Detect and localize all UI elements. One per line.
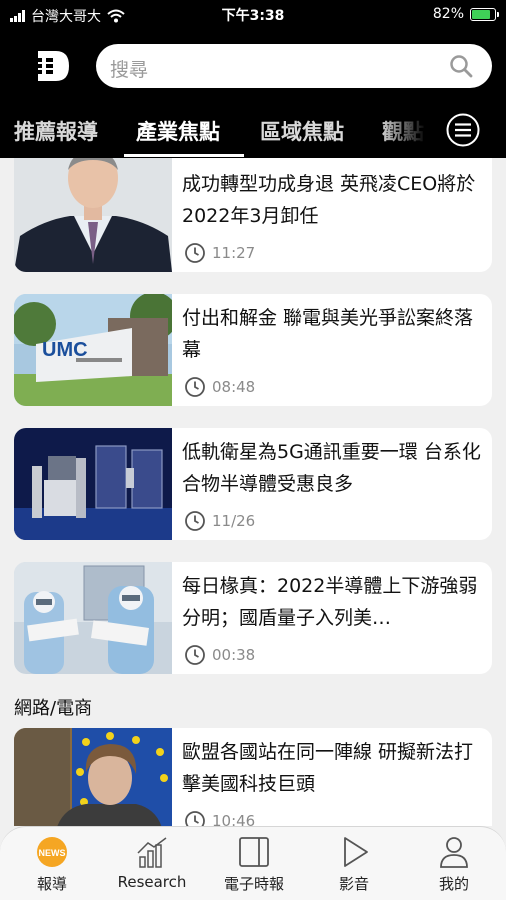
clock-icon (185, 645, 205, 665)
article-thumbnail (14, 158, 172, 272)
app-header: 搜尋 (0, 30, 506, 102)
bottom-nav: NEWS 報導 Research 電子時報 影音 我的 (0, 826, 506, 900)
search-bar[interactable]: 搜尋 (96, 44, 492, 88)
article-time: 00:38 (212, 646, 256, 664)
status-time: 下午3:38 (221, 8, 285, 24)
battery-icon (470, 7, 499, 21)
play-icon (344, 837, 368, 867)
nav-label: 報導 (36, 875, 67, 893)
article-card[interactable]: 成功轉型功成身退 英飛凌CEO將於2022年3月卸任 11:27 (14, 158, 492, 272)
article-time: 10:46 (212, 812, 256, 826)
chart-icon (137, 837, 167, 868)
tab-regional-focus[interactable]: 區域焦點 (260, 116, 344, 146)
search-placeholder: 搜尋 (110, 59, 149, 81)
nav-news[interactable]: NEWS 報導 (2, 835, 102, 894)
article-title: 每日椽真：2022半導體上下游強弱分明；國盾量子入列美… (182, 575, 478, 629)
user-icon (440, 837, 468, 868)
status-bar: 台灣大哥大 下午3:38 82% (0, 0, 506, 30)
nav-profile[interactable]: 我的 (404, 835, 504, 894)
tab-recommended[interactable]: 推薦報導 (14, 116, 98, 146)
clock-icon (185, 811, 205, 826)
nav-research[interactable]: Research (102, 835, 202, 891)
svg-text:NEWS: NEWS (39, 848, 66, 858)
article-title: 歐盟各國站在同一陣線 研擬新法打擊美國科技巨頭 (182, 741, 474, 795)
nav-label: 電子時報 (223, 875, 284, 893)
article-time: 11:27 (212, 244, 256, 262)
article-time: 08:48 (212, 378, 256, 396)
battery-percent: 82% (432, 6, 464, 22)
app-logo[interactable] (34, 49, 72, 83)
article-card[interactable]: 低軌衛星為5G通訊重要一環 台系化合物半導體受惠良多 11/26 (14, 428, 492, 540)
article-card[interactable]: 歐盟各國站在同一陣線 研擬新法打擊美國科技巨頭 10:46 (14, 728, 492, 826)
article-time: 11/26 (212, 512, 256, 530)
article-thumbnail (14, 428, 172, 540)
article-thumbnail (14, 728, 172, 826)
section-heading: 網路/電商 (14, 698, 93, 719)
search-icon[interactable] (448, 53, 474, 79)
nav-label: Research (117, 873, 187, 891)
clock-icon (185, 511, 205, 531)
article-thumbnail (14, 562, 172, 674)
category-tabs: 推薦報導 產業焦點 區域焦點 觀點 (0, 102, 506, 158)
news-icon: NEWS (37, 837, 67, 867)
clock-icon (185, 377, 205, 397)
nav-label: 我的 (438, 875, 469, 893)
article-list: 成功轉型功成身退 英飛凌CEO將於2022年3月卸任 11:27 UMC 付出和… (0, 158, 506, 826)
article-card[interactable]: UMC 付出和解金 聯電與美光爭訟案終落幕 08:48 (14, 294, 492, 406)
tab-industry-focus[interactable]: 產業焦點 (136, 116, 220, 146)
article-card[interactable]: 每日椽真：2022半導體上下游強弱分明；國盾量子入列美… 00:38 (14, 562, 492, 674)
menu-icon[interactable] (446, 113, 480, 147)
nav-label: 影音 (338, 875, 369, 893)
umc-sign-text: UMC (42, 339, 88, 361)
article-title: 付出和解金 聯電與美光爭訟案終落幕 (182, 307, 474, 361)
nav-video[interactable]: 影音 (304, 835, 404, 894)
nav-digitimes[interactable]: 電子時報 (204, 835, 304, 894)
active-tab-indicator (124, 154, 244, 157)
tablet-icon (239, 837, 269, 867)
article-title: 低軌衛星為5G通訊重要一環 台系化合物半導體受惠良多 (182, 441, 481, 495)
article-title: 成功轉型功成身退 英飛凌CEO將於2022年3月卸任 (182, 173, 476, 227)
article-thumbnail: UMC (14, 294, 172, 406)
clock-icon (185, 243, 205, 263)
